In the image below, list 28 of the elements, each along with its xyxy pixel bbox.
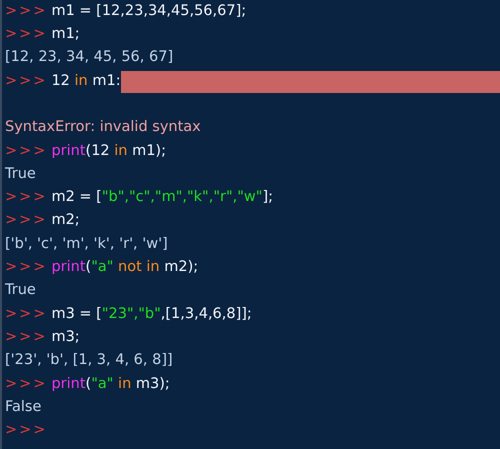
prompt: >>> xyxy=(5,142,48,161)
prompt: >>> xyxy=(5,258,48,278)
prompt: >>> xyxy=(5,2,48,21)
code-line: print("a" not in m2); xyxy=(51,258,198,278)
prompt: >>> xyxy=(5,211,48,230)
prompt: >>> xyxy=(5,25,48,44)
code-line: m2; xyxy=(51,211,80,230)
output-text: False xyxy=(5,398,42,417)
output-text: True xyxy=(5,281,36,300)
output-text: True xyxy=(5,164,36,184)
code-line: m3; xyxy=(51,328,80,347)
code-line: m1; xyxy=(51,25,80,44)
prompt: >>> xyxy=(5,421,48,440)
code-line: m1 = [12,23,34,45,56,67]; xyxy=(51,2,246,21)
code-line: print("a" in m3); xyxy=(51,374,170,394)
error-message: SyntaxError: invalid syntax xyxy=(5,118,201,138)
prompt: >>> xyxy=(5,72,48,91)
prompt: >>> xyxy=(5,328,48,347)
output-text: [12, 23, 34, 45, 56, 67] xyxy=(5,48,174,68)
prompt: >>> xyxy=(5,304,48,324)
code-line: m2 = ["b","c","m","k","r","w"]; xyxy=(51,188,274,208)
output-text: ['23', 'b', [1, 3, 4, 6, 8]] xyxy=(5,351,173,370)
output-text: ['b', 'c', 'm', 'k', 'r', 'w'] xyxy=(5,234,168,254)
prompt: >>> xyxy=(5,374,48,394)
code-line: 12 in m1: xyxy=(51,72,121,91)
code-line: print(12 in m1); xyxy=(51,142,166,161)
prompt: >>> xyxy=(5,188,48,208)
code-line: m3 = ["23","b",[1,3,4,6,8]]; xyxy=(51,304,252,324)
